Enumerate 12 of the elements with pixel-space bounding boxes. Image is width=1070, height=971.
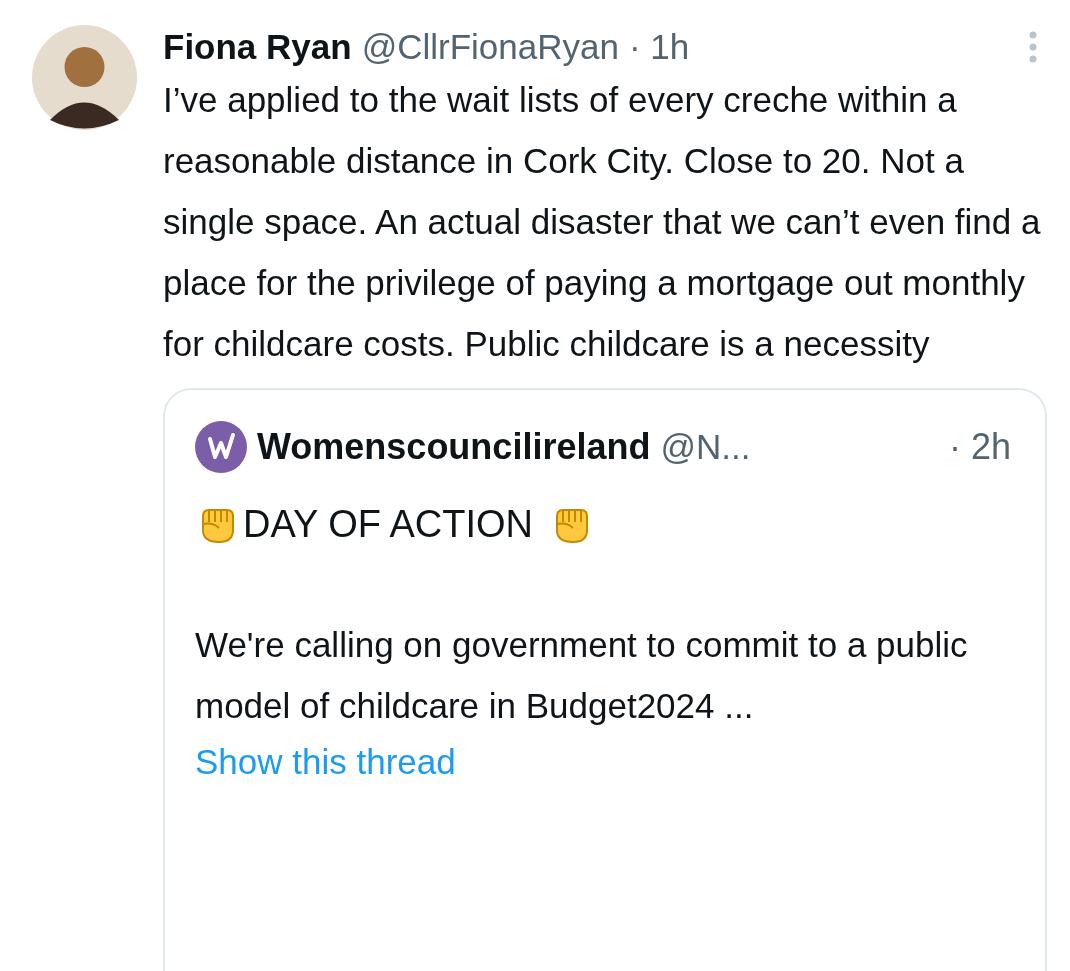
- post-time: · 1h: [628, 27, 690, 67]
- quoted-author-name: Womenscouncilireland: [257, 426, 651, 468]
- account-logo: [195, 421, 247, 473]
- quoted-author-handle: @N...: [660, 427, 751, 467]
- quoted-post-card[interactable]: Womenscouncilireland @N... · 2h DAY OF ACTION We're calling on government to commit to a public model of childcare in Budget2024 ... Show this thread: [163, 388, 1047, 971]
- avatar[interactable]: [32, 25, 137, 130]
- quoted-post-text: We're calling on government to commit to a public model of childcare in Budget2024 ...: [195, 624, 969, 727]
- quoted-headline: DAY OF ACTION: [243, 502, 533, 546]
- author-name[interactable]: Fiona Ryan: [163, 27, 352, 67]
- author-handle: @CllrFionaRyan: [361, 27, 619, 67]
- quoted-post-time: · 2h: [948, 426, 1011, 468]
- post-text: I’ve applied to the wait lists of every creche within a reasonable distance in Cork City. Close to 20. Not a single space. An actual disaster that we can’t even find a place for the privilege of paying a mortgage out monthly for childcare costs. Public childcare is a necessity: [163, 79, 1042, 365]
